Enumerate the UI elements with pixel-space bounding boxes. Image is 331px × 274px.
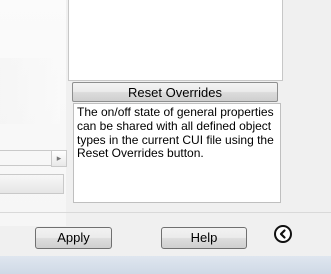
partial-button[interactable] — [0, 174, 64, 194]
footer-divider — [0, 212, 331, 213]
partial-field[interactable] — [0, 150, 56, 166]
description-box: The on/off state of general properties c… — [73, 103, 281, 203]
properties-panel: Reset Overrides The on/off state of gene… — [68, 0, 285, 203]
left-pane-shade — [0, 58, 60, 124]
chevron-left-circle-icon[interactable] — [274, 225, 292, 243]
reset-overrides-button[interactable]: Reset Overrides — [72, 82, 278, 102]
taskbar-strip — [0, 256, 331, 274]
help-button[interactable]: Help — [161, 227, 247, 249]
arrow-right-icon[interactable]: ▸ — [51, 150, 67, 167]
properties-list[interactable] — [68, 0, 283, 81]
apply-button[interactable]: Apply — [35, 227, 112, 249]
